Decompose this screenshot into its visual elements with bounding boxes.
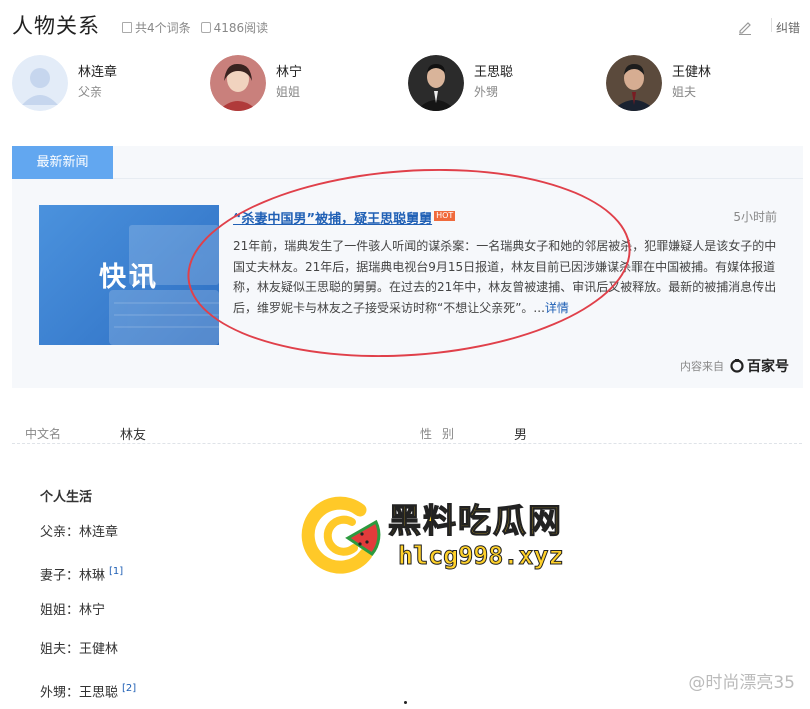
author-credit: @时尚漂亮35 (688, 673, 795, 693)
reads-count: 4186阅读 (200, 19, 268, 36)
thumbnail-label: 快讯 (99, 262, 159, 293)
news-headline-link[interactable]: “杀妻中国男”被捕，疑王思聪舅舅 HOT (233, 208, 456, 227)
latest-news-panel: 最新新闻 快讯 “杀妻中国男”被捕，疑王思聪舅舅 HOT 5小时前 21年前，瑞典… (12, 146, 803, 388)
relation-role: 父亲 (78, 85, 103, 99)
correct-button[interactable]: 纠错 (776, 21, 800, 35)
news-thumbnail[interactable]: 快讯 (39, 205, 219, 345)
avatar-placeholder (12, 55, 68, 111)
reference-link[interactable]: [2] (122, 683, 136, 694)
relation-item[interactable]: 林宁 姐姐 (210, 55, 302, 111)
relation-item[interactable]: 王健林 姐夫 (606, 55, 711, 111)
relations-header: 人物关系 共4个词条 4186阅读 纠错 (12, 8, 810, 42)
book-icon (200, 22, 211, 33)
relation-role: 姐夫 (672, 85, 697, 99)
scroll-dot (404, 701, 407, 704)
avatar (606, 55, 662, 111)
watermark-url: hlcg998.xyz (398, 541, 565, 571)
list-item: 父亲：林连章 (40, 525, 119, 540)
divider (113, 178, 803, 179)
baijiahao-logo[interactable]: 百家号 (730, 356, 789, 376)
baijiahao-icon (730, 359, 744, 373)
personal-life-section: 个人生活 父亲：林连章 妻子：林琳 [1] 姐姐：林宁 姐夫：王健林 外甥：王思聪… (40, 486, 136, 709)
chinese-name-label: 中文名 (25, 427, 62, 441)
relation-role: 外甥 (474, 85, 499, 99)
avatar (210, 55, 266, 111)
person-placeholder-icon (12, 55, 68, 111)
list-item: 外甥：王思聪 [2] (40, 683, 137, 701)
avatar (408, 55, 464, 111)
header-meta: 共4个词条 4186阅读 (122, 19, 268, 36)
watermelon-logo-icon (301, 496, 381, 574)
watermark: 黑料吃瓜网 hlcg998.xyz (300, 492, 610, 582)
gender-label: 性别 (420, 427, 465, 441)
detail-link[interactable]: 详情 (545, 301, 569, 315)
header-actions: 纠错 (737, 18, 800, 36)
hot-badge: HOT (434, 211, 456, 221)
news-source: 内容来自 百家号 (680, 356, 789, 376)
news-summary: 21年前，瑞典发生了一件骇人听闻的谋杀案：一名瑞典女子和她的邻居被杀，犯罪嫌疑人… (233, 239, 777, 315)
news-time: 5小时前 (733, 210, 777, 224)
list-item: 姐姐：林宁 (40, 603, 106, 618)
section-title: 人物关系 (12, 14, 100, 38)
tab-latest-news[interactable]: 最新新闻 (12, 146, 113, 179)
relation-role: 姐姐 (276, 85, 301, 99)
relations-list: 林连章 父亲 林宁 姐姐 王思聪 外甥 王健林 姐夫 (12, 55, 802, 111)
relation-name: 王思聪 (474, 65, 514, 80)
portrait-image (210, 55, 266, 111)
relation-item[interactable]: 林连章 父亲 (12, 55, 117, 111)
list-item: 姐夫：王健林 (40, 642, 119, 657)
relation-name: 林连章 (78, 65, 118, 80)
basic-info-row: 中文名 林友 性别 男 (12, 420, 802, 444)
divider (770, 18, 772, 32)
portrait-image (408, 55, 464, 111)
reference-link[interactable]: [1] (109, 566, 123, 577)
document-icon (122, 22, 132, 33)
relation-name: 林宁 (276, 65, 303, 80)
portrait-image (606, 55, 662, 111)
watermark-title: 黑料吃瓜网 (387, 500, 563, 540)
edit-icon[interactable] (737, 19, 753, 35)
entries-count[interactable]: 共4个词条 (122, 19, 191, 36)
relation-name: 王健林 (672, 65, 712, 80)
section-heading: 个人生活 (40, 490, 93, 505)
chinese-name-value: 林友 (120, 428, 147, 443)
list-item: 妻子：林琳 [1] (40, 566, 124, 584)
relation-item[interactable]: 王思聪 外甥 (408, 55, 513, 111)
gender-value: 男 (514, 428, 528, 443)
